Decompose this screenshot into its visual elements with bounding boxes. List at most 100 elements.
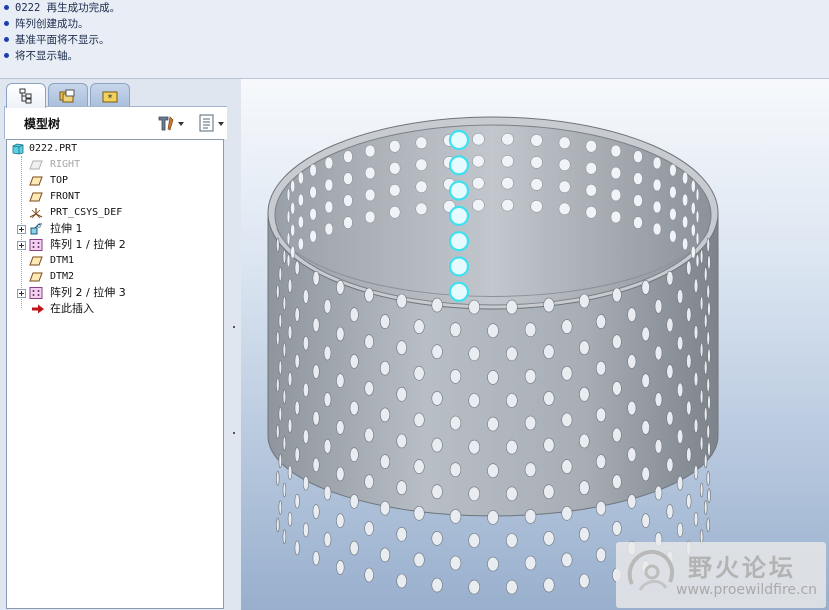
hole [699, 436, 704, 451]
hole [294, 540, 300, 556]
hole [468, 533, 480, 548]
tree-item-part[interactable]: 0222.PRT [7, 141, 221, 157]
highlighted-hole[interactable] [448, 155, 470, 176]
model-tree: 0222.PRT RIGHT TOP FRONT PRT_CSYS_DEF 拉伸… [6, 139, 224, 609]
folder-browser-tab[interactable] [48, 83, 88, 107]
tree-item-top-plane[interactable]: TOP [7, 173, 221, 189]
hole [364, 427, 374, 443]
highlighted-hole[interactable] [448, 256, 470, 277]
inner-hole [695, 210, 700, 223]
hole [282, 389, 287, 405]
hole [706, 377, 710, 393]
tree-item-csys[interactable]: PRT_CSYS_DEF [7, 205, 221, 221]
panel-splitter[interactable] [227, 106, 240, 610]
inner-hole [690, 245, 696, 259]
highlighted-hole[interactable] [448, 231, 470, 252]
hole [706, 237, 710, 253]
tree-item-right-plane[interactable]: RIGHT [7, 157, 221, 173]
hole [379, 500, 391, 516]
tree-item-label: 阵列 2 / 拉伸 3 [50, 286, 126, 299]
highlighted-hole[interactable] [448, 180, 470, 201]
hole [524, 369, 537, 384]
tree-item-pattern-1[interactable]: 阵列 1 / 拉伸 2 [7, 237, 221, 253]
hole [349, 447, 359, 463]
inner-hole [585, 184, 597, 197]
tree-settings-button[interactable] [156, 114, 186, 136]
inner-hole [652, 156, 662, 170]
inner-hole [415, 180, 428, 194]
hole [666, 504, 674, 519]
hole [282, 436, 287, 451]
tree-item-pattern-2[interactable]: 阵列 2 / 拉伸 3 [7, 285, 221, 301]
hole [323, 299, 332, 314]
inner-hole [585, 162, 597, 175]
hole [677, 289, 684, 304]
tree-item-front-plane[interactable]: FRONT [7, 189, 221, 205]
inner-hole [682, 215, 689, 229]
tree-item-dtm1[interactable]: DTM1 [7, 253, 221, 269]
hole [704, 406, 708, 422]
hole [379, 454, 391, 469]
tree-item-insert-here[interactable]: 在此插入 [7, 301, 221, 317]
tree-item-dtm2[interactable]: DTM2 [7, 269, 221, 285]
hole [431, 531, 443, 546]
hole [379, 547, 391, 563]
hole [302, 429, 309, 444]
hole [413, 412, 425, 428]
datum-plane-icon [29, 272, 43, 282]
perforated-cylinder[interactable] [267, 116, 719, 595]
inner-hole [389, 184, 401, 197]
hole [294, 260, 300, 276]
hole [505, 439, 518, 455]
highlighted-hole[interactable] [448, 129, 470, 151]
message-area: 0222 再生成功完成。 阵列创建成功。 基准平面将不显示。 将不显示轴。 [0, 0, 829, 79]
hole [487, 323, 499, 338]
hole [561, 505, 573, 521]
hole [693, 465, 699, 480]
hole [704, 453, 708, 469]
expand-toggle[interactable] [17, 241, 26, 250]
hole [666, 270, 674, 286]
hole [704, 266, 708, 282]
model-view[interactable] [241, 79, 829, 610]
inner-hole [290, 223, 296, 237]
hole [654, 345, 663, 361]
favorites-tab[interactable]: * [90, 83, 130, 107]
highlighted-hole[interactable] [448, 205, 470, 226]
inner-hole [652, 178, 662, 192]
inner-hole [286, 210, 291, 223]
hole [276, 517, 280, 533]
hole [364, 334, 374, 350]
hole [431, 484, 443, 500]
inner-hole [652, 222, 662, 236]
hole [323, 485, 332, 501]
expand-toggle[interactable] [17, 225, 26, 234]
hole [524, 509, 537, 524]
inner-hole [389, 140, 401, 153]
model-tree-tab[interactable] [6, 83, 46, 108]
inner-hole [610, 166, 622, 180]
inner-hole [309, 163, 317, 177]
hole [707, 441, 711, 457]
hole [706, 330, 710, 346]
hole [349, 494, 359, 509]
hole [543, 297, 555, 313]
inner-hole [324, 200, 334, 214]
hole [379, 407, 391, 423]
graphics-window[interactable] [241, 79, 829, 610]
tree-item-extrude-1[interactable]: 拉伸 1 [7, 221, 221, 237]
expand-toggle[interactable] [17, 289, 26, 298]
inner-hole [530, 200, 543, 213]
hole [612, 287, 622, 303]
show-menu-button[interactable] [198, 113, 228, 137]
hole [693, 418, 699, 434]
hole [686, 353, 692, 369]
hole [612, 427, 622, 443]
inner-hole [290, 245, 296, 259]
hole [524, 555, 537, 571]
hole [654, 299, 663, 314]
hole [677, 429, 684, 444]
highlighted-hole[interactable] [448, 281, 470, 302]
tree-item-label: 在此插入 [50, 302, 94, 315]
hole [561, 552, 573, 568]
